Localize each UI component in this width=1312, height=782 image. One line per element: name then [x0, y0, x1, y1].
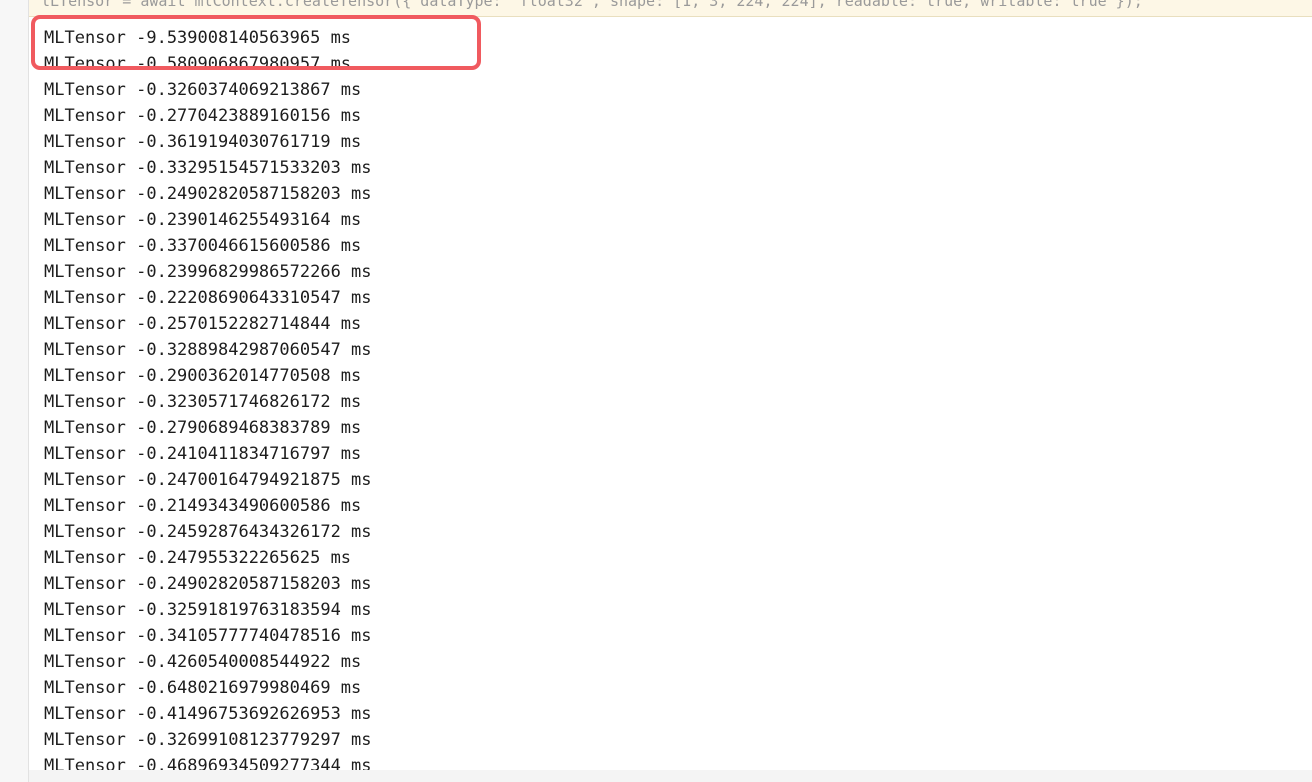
console-line: MLTensor -0.41496753692626953 ms — [44, 704, 372, 724]
bottom-edge — [29, 770, 1312, 782]
console-line: MLTensor -0.2390146255493164 ms — [44, 210, 362, 230]
console-line: MLTensor -0.23996829986572266 ms — [44, 262, 372, 282]
console-output-list: MLTensor -9.539008140563965 ms MLTensor … — [44, 25, 372, 779]
console-line: MLTensor -0.247955322265625 ms — [44, 548, 352, 568]
console-line: MLTensor -0.33295154571533203 ms — [44, 158, 372, 178]
console-line: MLTensor -0.2770423889160156 ms — [44, 106, 362, 126]
console-line: MLTensor -0.2410411834716797 ms — [44, 444, 362, 464]
warning-message-strip: lLTensor = await mlContext.createTensor(… — [29, 0, 1312, 17]
console-line: MLTensor -0.22208690643310547 ms — [44, 288, 372, 308]
console-line: MLTensor -0.2570152282714844 ms — [44, 314, 362, 334]
console-line: MLTensor -0.3619194030761719 ms — [44, 132, 362, 152]
console-line: MLTensor -0.34105777740478516 ms — [44, 626, 372, 646]
console-line: MLTensor -0.24902820587158203 ms — [44, 574, 372, 594]
console-line: MLTensor -0.2900362014770508 ms — [44, 366, 362, 386]
console-line: MLTensor -0.3370046615600586 ms — [44, 236, 362, 256]
console-gutter — [0, 0, 29, 782]
console-line: MLTensor -9.539008140563965 ms — [44, 28, 352, 48]
console-line: MLTensor -0.6480216979980469 ms — [44, 678, 362, 698]
console-line: MLTensor -0.580906867980957 ms — [44, 54, 352, 74]
warning-message-text: lLTensor = await mlContext.createTensor(… — [41, 0, 1143, 10]
console-line: MLTensor -0.2149343490600586 ms — [44, 496, 362, 516]
console-line: MLTensor -0.24592876434326172 ms — [44, 522, 372, 542]
console-line: MLTensor -0.2790689468383789 ms — [44, 418, 362, 438]
console-line: MLTensor -0.32889842987060547 ms — [44, 340, 372, 360]
console-viewport: lLTensor = await mlContext.createTensor(… — [0, 0, 1312, 782]
console-line: MLTensor -0.3260374069213867 ms — [44, 80, 362, 100]
console-line: MLTensor -0.3230571746826172 ms — [44, 392, 362, 412]
console-line: MLTensor -0.24700164794921875 ms — [44, 470, 372, 490]
console-line: MLTensor -0.24902820587158203 ms — [44, 184, 372, 204]
console-line: MLTensor -0.4260540008544922 ms — [44, 652, 362, 672]
console-line: MLTensor -0.32591819763183594 ms — [44, 600, 372, 620]
console-line: MLTensor -0.32699108123779297 ms — [44, 730, 372, 750]
